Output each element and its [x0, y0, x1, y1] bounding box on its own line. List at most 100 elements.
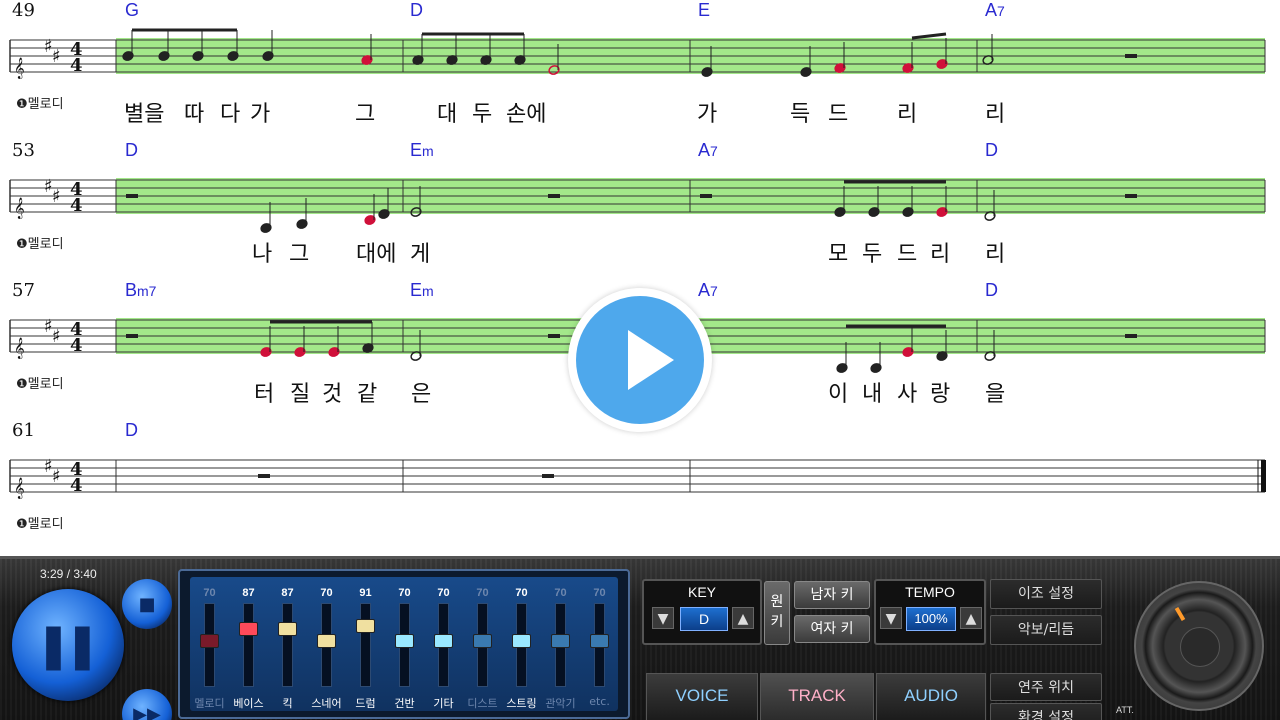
arrow-down-icon: ▼ [885, 611, 897, 627]
chord-symbol: D [985, 280, 998, 300]
treble-clef-icon: 𝄞 [14, 58, 25, 79]
chord-symbol: A7 [698, 140, 718, 160]
whole-rest [126, 334, 138, 338]
chord-symbol: D [985, 140, 998, 160]
key-value: D [680, 607, 728, 631]
dial-knob [1180, 627, 1220, 667]
fader-handle[interactable] [473, 634, 492, 648]
mixer-channel[interactable]: 70 건반 [385, 577, 424, 711]
mixer-channel[interactable]: 70 기타 [424, 577, 463, 711]
lyric-syllable: 득 [790, 102, 810, 127]
chord-symbol: D [410, 0, 423, 20]
mixer-channel[interactable]: 91 드럼 [346, 577, 385, 711]
channel-name: 관악기 [545, 697, 576, 710]
time-signature-bottom: 4 [70, 475, 83, 496]
chord-symbol: Em [410, 280, 434, 300]
channel-name: etc. [589, 695, 610, 708]
dial-indicator [1174, 606, 1186, 622]
treble-clef-icon: 𝄞 [14, 198, 25, 219]
fader-handle[interactable] [356, 619, 375, 634]
channel-level: 87 [242, 587, 255, 599]
environment-settings-button[interactable]: 환경 설정 [990, 703, 1102, 720]
fader-handle[interactable] [395, 634, 414, 648]
whole-rest [258, 474, 270, 478]
pause-icon: ❚❚ [35, 619, 101, 671]
lyric-syllable: 것 [322, 382, 342, 407]
play-pause-button[interactable]: ❚❚ [12, 589, 124, 701]
tab-track[interactable]: TRACK [760, 673, 874, 720]
channel-level: 70 [203, 587, 216, 599]
channel-name: 스트링 [506, 697, 537, 710]
chord-symbol: A7 [985, 0, 1005, 20]
mixer-channel[interactable]: 70 관악기 [541, 577, 580, 711]
fader-handle[interactable] [278, 622, 297, 637]
mixer-channel[interactable]: 70 스트링 [502, 577, 541, 711]
channel-name: 스네어 [311, 697, 342, 710]
whole-rest [1125, 194, 1137, 198]
lyric-syllable: 가 [697, 102, 717, 127]
volume-dial[interactable] [1134, 581, 1264, 711]
stop-icon: ■ [138, 593, 156, 615]
fader-track [282, 603, 293, 687]
channel-level: 70 [398, 587, 411, 599]
treble-clef-icon: 𝄞 [14, 338, 25, 359]
lyric-syllable: 게 [410, 242, 430, 267]
track-mixer: 70 멜로디 87 베이스 87 킥 70 스네어 91 드럼 70 건반 70 기타 70 디스트 70 스트링… [178, 569, 630, 719]
chord-symbol: E [698, 0, 710, 20]
play-icon [628, 330, 674, 390]
mixer-channel[interactable]: 70 스네어 [307, 577, 346, 711]
fader-handle[interactable] [239, 622, 258, 637]
score-rhythm-button[interactable]: 악보/리듬 [990, 615, 1102, 645]
mixer-channel[interactable]: 87 킥 [268, 577, 307, 711]
whole-rest [548, 194, 560, 198]
lyric-syllable: 터 [254, 382, 274, 407]
whole-rest [1125, 334, 1137, 338]
original-key-button[interactable]: 원키 [764, 581, 790, 645]
lyric-syllable: 별을 [124, 102, 164, 127]
key-down-button[interactable]: ▼ [652, 607, 674, 629]
lyric-syllable: 나 [252, 242, 272, 267]
lyric-syllable: 리 [930, 242, 950, 267]
sharp-icon: ♯ [52, 46, 61, 67]
tab-voice[interactable]: VOICE [646, 673, 758, 720]
fader-handle[interactable] [317, 634, 336, 648]
mixer-channel[interactable]: 87 베이스 [229, 577, 268, 711]
key-up-button[interactable]: ▲ [732, 607, 754, 629]
control-panel: 3:29 / 3:40 ❚❚ ■ ▶▶ 70 멜로디 87 베이스 87 킥 70 스네어 91… [0, 556, 1280, 720]
sharp-icon: ♯ [52, 466, 61, 487]
fader-handle[interactable] [200, 634, 219, 648]
channel-level: 70 [437, 587, 450, 599]
fader-handle[interactable] [512, 634, 531, 648]
chord-symbol: G [125, 0, 139, 20]
fader-handle[interactable] [551, 634, 570, 648]
stop-button[interactable]: ■ [122, 579, 172, 629]
female-key-button[interactable]: 여자 키 [794, 615, 870, 643]
video-play-button[interactable] [568, 288, 712, 432]
channel-name: 기타 [433, 697, 454, 710]
tempo-down-button[interactable]: ▼ [880, 607, 902, 629]
lyric-syllable: 가 [250, 102, 270, 127]
mixer-channel[interactable]: 70 etc. [580, 577, 619, 711]
mixer-channel[interactable]: 70 멜로디 [190, 577, 229, 711]
fader-handle[interactable] [434, 634, 453, 648]
fader-handle[interactable] [590, 634, 609, 648]
lyric-syllable: 드 [897, 242, 917, 267]
playback-position-button[interactable]: 연주 위치 [990, 673, 1102, 701]
lyric-syllable: 드 [828, 102, 848, 127]
key-control: KEY ▼ D ▲ [642, 579, 762, 645]
sheet-music: 𝄞 ♯ ♯ 4 4 49 G D E A7 ❶멜로디 별을 따 다 가 그 대 두 손에 가 득 드 리 리 𝄞 ♯ ♯ 4 4 53 D E… [0, 0, 1280, 556]
lyric-syllable: 대에 [356, 242, 396, 267]
arrow-down-icon: ▼ [657, 611, 669, 627]
tab-audio[interactable]: AUDIO [876, 673, 986, 720]
mixer-channels: 70 멜로디 87 베이스 87 킥 70 스네어 91 드럼 70 건반 70 기타 70 디스트 70 스트링… [190, 577, 618, 711]
mixer-channel[interactable]: 70 디스트 [463, 577, 502, 711]
fast-forward-button[interactable]: ▶▶ [122, 689, 172, 720]
lyric-syllable: 그 [355, 102, 375, 127]
lyric-syllable: 사 [897, 382, 917, 407]
transpose-settings-button[interactable]: 이조 설정 [990, 579, 1102, 609]
whole-rest [126, 194, 138, 198]
tempo-up-button[interactable]: ▲ [960, 607, 982, 629]
lyric-syllable: 질 [290, 382, 310, 407]
male-key-button[interactable]: 남자 키 [794, 581, 870, 609]
track-label: ❶멜로디 [16, 517, 64, 532]
